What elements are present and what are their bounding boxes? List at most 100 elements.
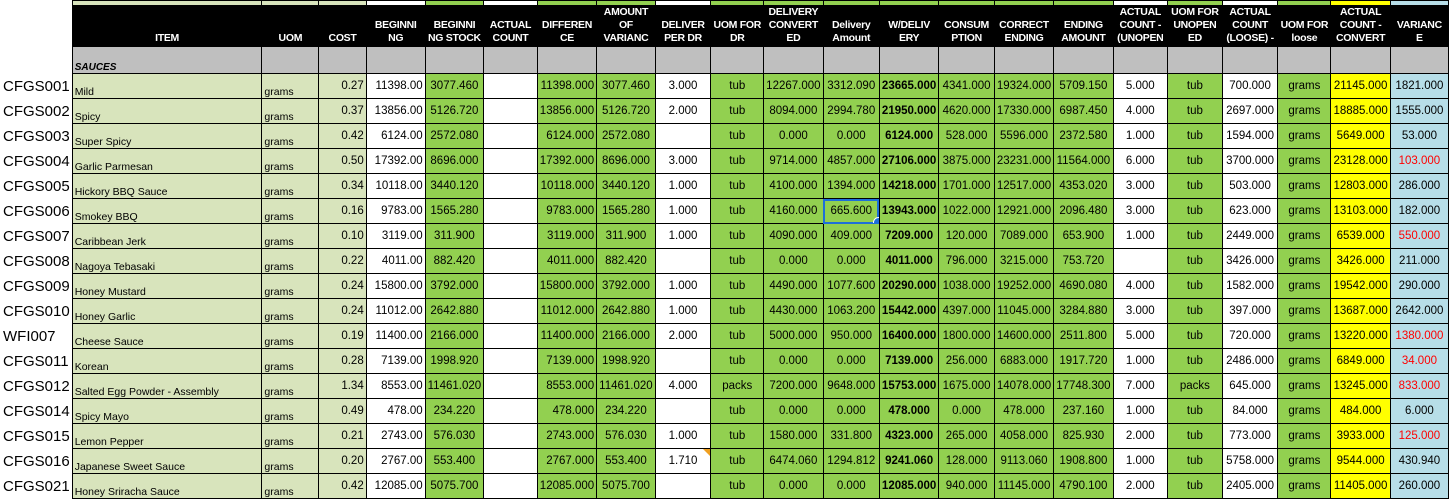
correct-ending-cell[interactable]: 19252.000 <box>993 273 1055 299</box>
actual-count-converted-cell[interactable]: 6849.000 <box>1330 348 1391 374</box>
item-name-cell[interactable]: Spicy Mayo <box>71 398 263 424</box>
deliver-per-dr-cell[interactable]: 1.000 <box>654 423 712 449</box>
variance-cell[interactable]: 34.000 <box>1389 348 1449 374</box>
difference-cell[interactable]: 3119.000 <box>536 223 598 249</box>
section-cell[interactable] <box>1277 46 1332 74</box>
cost-cell[interactable]: 0.28 <box>318 348 367 374</box>
header-uom-for-dr[interactable]: UOM FOR DR <box>710 5 765 47</box>
beginning-cell[interactable]: 7139.00 <box>365 348 426 374</box>
section-cell[interactable] <box>318 46 367 74</box>
correct-ending-cell[interactable]: 14078.000 <box>993 373 1055 399</box>
variance-cell[interactable]: 1555.000 <box>1389 98 1449 124</box>
deliver-per-dr-cell[interactable]: 1.000 <box>654 298 712 324</box>
with-delivery-cell[interactable]: 12085.000 <box>878 473 940 499</box>
item-name-cell[interactable]: Lemon Pepper <box>71 423 263 449</box>
header-item-name[interactable]: ITEM <box>71 5 263 47</box>
cost-cell[interactable]: 0.37 <box>318 98 367 124</box>
actual-count-cell[interactable] <box>483 398 538 424</box>
actual-count-loose-cell[interactable]: 1594.000 <box>1221 123 1279 149</box>
actual-count-cell[interactable] <box>483 448 538 474</box>
variance-cell[interactable]: 1380.000 <box>1389 323 1449 349</box>
actual-count-unopened-cell[interactable]: 3.000 <box>1112 298 1169 324</box>
beginning-cell[interactable]: 4011.00 <box>365 248 426 274</box>
item-code-cell[interactable]: CFGS010 <box>0 298 73 324</box>
header-item-code[interactable] <box>0 5 73 47</box>
variance-cell[interactable]: 53.000 <box>1389 123 1449 149</box>
actual-count-loose-cell[interactable]: 2697.000 <box>1221 98 1279 124</box>
section-cell[interactable] <box>0 46 73 74</box>
actual-count-unopened-cell[interactable]: 3.000 <box>1112 173 1169 199</box>
deliver-per-dr-cell[interactable]: 1.000 <box>654 198 712 224</box>
uom-cell[interactable]: grams <box>261 223 320 249</box>
item-code-cell[interactable]: CFGS011 <box>0 348 73 374</box>
actual-count-unopened-cell[interactable]: 1.000 <box>1112 448 1169 474</box>
section-cell[interactable] <box>763 46 824 74</box>
uom-for-loose-cell[interactable]: grams <box>1277 323 1332 349</box>
ending-amount-cell[interactable]: 825.930 <box>1053 423 1114 449</box>
delivery-converted-cell[interactable]: 0.000 <box>763 398 824 424</box>
difference-cell[interactable]: 12085.000 <box>536 473 598 499</box>
item-name-cell[interactable]: Salted Egg Powder - Assembly <box>71 373 263 399</box>
actual-count-cell[interactable] <box>483 298 538 324</box>
amount-of-variance-cell[interactable]: 553.400 <box>596 448 656 474</box>
delivery-amount-cell[interactable]: 3312.090 <box>822 73 880 99</box>
beginning-stock-cell[interactable]: 8696.000 <box>424 148 485 174</box>
correct-ending-cell[interactable]: 12921.000 <box>993 198 1055 224</box>
item-code-cell[interactable]: CFGS015 <box>0 423 73 449</box>
beginning-stock-cell[interactable]: 553.400 <box>424 448 485 474</box>
consumption-cell[interactable]: 120.000 <box>938 223 995 249</box>
uom-for-unopened-cell[interactable]: tub <box>1167 298 1223 324</box>
actual-count-converted-cell[interactable]: 19542.000 <box>1330 273 1391 299</box>
amount-of-variance-cell[interactable]: 882.420 <box>596 248 656 274</box>
spreadsheet-grid[interactable]: ITEM UOM COST BEGINNI NG BEGINNI NG STOCK ACT… <box>0 0 1449 499</box>
beginning-cell[interactable]: 2743.00 <box>365 423 426 449</box>
cost-cell[interactable]: 0.10 <box>318 223 367 249</box>
variance-cell[interactable]: 125.000 <box>1389 423 1449 449</box>
correct-ending-cell[interactable]: 478.000 <box>993 398 1055 424</box>
beginning-cell[interactable]: 2767.00 <box>365 448 426 474</box>
difference-cell[interactable]: 13856.000 <box>536 98 598 124</box>
delivery-converted-cell[interactable]: 7200.000 <box>763 373 824 399</box>
header-beginning-stock[interactable]: BEGINNI NG STOCK <box>424 5 485 47</box>
actual-count-loose-cell[interactable]: 397.000 <box>1221 298 1279 324</box>
beginning-stock-cell[interactable]: 2572.080 <box>424 123 485 149</box>
beginning-stock-cell[interactable]: 3077.460 <box>424 73 485 99</box>
consumption-cell[interactable]: 0.000 <box>938 398 995 424</box>
actual-count-cell[interactable] <box>483 223 538 249</box>
consumption-cell[interactable]: 3875.000 <box>938 148 995 174</box>
ending-amount-cell[interactable]: 4690.080 <box>1053 273 1114 299</box>
beginning-cell[interactable]: 10118.00 <box>365 173 426 199</box>
actual-count-loose-cell[interactable]: 503.000 <box>1221 173 1279 199</box>
with-delivery-cell[interactable]: 478.000 <box>878 398 940 424</box>
deliver-per-dr-cell[interactable]: 3.000 <box>654 148 712 174</box>
beginning-stock-cell[interactable]: 5075.700 <box>424 473 485 499</box>
deliver-per-dr-cell[interactable]: 2.000 <box>654 323 712 349</box>
deliver-per-dr-cell[interactable]: 1.000 <box>654 223 712 249</box>
header-cost[interactable]: COST <box>318 5 367 47</box>
delivery-amount-cell[interactable]: 2994.780 <box>822 98 880 124</box>
section-cell[interactable] <box>483 46 538 74</box>
header-beginning[interactable]: BEGINNI NG <box>365 5 426 47</box>
actual-count-cell[interactable] <box>483 273 538 299</box>
uom-for-loose-cell[interactable]: grams <box>1277 73 1332 99</box>
header-actual-count-loose[interactable]: ACTUAL COUNT (LOOSE) - <box>1221 5 1279 47</box>
deliver-per-dr-cell[interactable] <box>654 348 712 374</box>
cost-cell[interactable]: 0.19 <box>318 323 367 349</box>
uom-for-dr-cell[interactable]: tub <box>710 198 765 224</box>
delivery-converted-cell[interactable]: 1580.000 <box>763 423 824 449</box>
correct-ending-cell[interactable]: 11145.000 <box>993 473 1055 499</box>
header-actual-count[interactable]: ACTUAL COUNT <box>483 5 538 47</box>
actual-count-loose-cell[interactable]: 3700.000 <box>1221 148 1279 174</box>
item-name-cell[interactable]: Cheese Sauce <box>71 323 263 349</box>
delivery-converted-cell[interactable]: 0.000 <box>763 248 824 274</box>
uom-cell[interactable]: grams <box>261 198 320 224</box>
item-code-cell[interactable]: CFGS012 <box>0 373 73 399</box>
item-code-cell[interactable]: CFGS021 <box>0 473 73 499</box>
section-cell[interactable]: SAUCES <box>71 46 263 74</box>
difference-cell[interactable]: 11012.000 <box>536 298 598 324</box>
correct-ending-cell[interactable]: 12517.000 <box>993 173 1055 199</box>
delivery-converted-cell[interactable]: 12267.000 <box>763 73 824 99</box>
ending-amount-cell[interactable]: 4353.020 <box>1053 173 1114 199</box>
cost-cell[interactable]: 1.34 <box>318 373 367 399</box>
delivery-converted-cell[interactable]: 0.000 <box>763 123 824 149</box>
